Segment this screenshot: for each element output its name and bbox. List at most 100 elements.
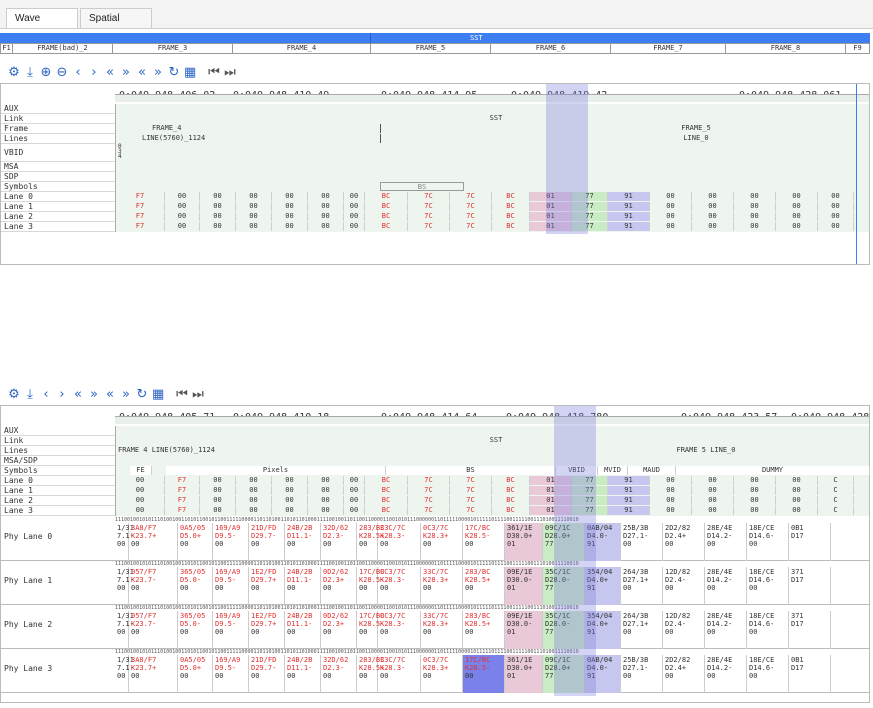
row-track[interactable] [115,172,869,182]
row-track[interactable]: FRAME 4 LINE(5760)_1124 FRAME 5 LINE_0 [115,446,869,456]
phy-symbol[interactable]: 12D/82 D2.4- 00 [663,611,705,649]
row-track[interactable]: F7 00 00 00 00 00 00 BC 7C 7C BC 01 77 91 00 00 00 00 00 [115,202,869,212]
fast-forward-icon[interactable]: » [120,66,132,80]
phy-symbol[interactable]: 057/F7 K23.7- 00 [129,567,178,605]
phy-symbol[interactable]: 1/31 7.1- 00 [115,655,134,693]
row-track[interactable]: SST [115,436,869,446]
phy-symbol[interactable]: 28E/4E D14.2- 00 [705,655,747,693]
phy-symbol[interactable]: 17C/BC K28.5- 00 [357,611,384,649]
download-icon[interactable]: ⤓ [24,388,36,402]
phy-symbol[interactable]: 32D/62 D2.3- 00 [321,655,357,693]
phy-symbol[interactable]: 2D2/82 D2.4+ 00 [663,523,705,561]
phy-symbol[interactable]: 283/BC K28.5+ 00 [357,523,384,561]
phy-symbol[interactable]: 0C3/7C K28.3- 00 [378,567,421,605]
frame-cell[interactable]: FRAME(bad)_2 [13,44,113,53]
row-track[interactable]: 034 [115,144,869,162]
phy-symbol[interactable]: 18E/CE D14.6- 00 [747,523,789,561]
skip-forward-icon[interactable]: » [120,388,132,402]
frame-cell[interactable]: FRAME_5 [371,44,491,53]
phy-symbol[interactable]: 28E/4E D14.2- 00 [705,611,747,649]
phy-symbol[interactable]: 0C3/7C K28.3+ 00 [421,523,463,561]
image-export-icon[interactable]: ▦ [152,388,164,402]
fast-forward-icon[interactable]: » [88,388,100,402]
phy-symbol[interactable]: 1/31 7.1- 00 [115,567,134,605]
phy-symbol[interactable]: 32D/62 D2.3- 00 [321,523,357,561]
phy-symbol[interactable]: 09E/1E D30.0- 01 [505,611,543,649]
phy-symbol[interactable]: 169/A9 D9.5- 00 [213,655,249,693]
row-track[interactable]: F7 00 00 00 00 00 00 BC 7C 7C BC 01 77 91 00 00 00 00 00 [115,212,869,222]
row-track[interactable]: SST [115,114,869,124]
phy-symbol[interactable]: 283/BC K28.5+ 00 [463,567,505,605]
fast-back-icon[interactable]: « [104,66,116,80]
phy-symbol[interactable]: 24B/2B D11.1- 00 [285,567,321,605]
phy-symbol[interactable]: 28E/4E D14.2- 00 [705,523,747,561]
row-track[interactable] [115,456,869,466]
phy-symbol[interactable]: 283/BC K28.5+ 00 [357,655,384,693]
skip-back-icon[interactable]: « [104,388,116,402]
phy-symbol[interactable]: 0A5/05 D5.0+ 00 [178,523,213,561]
fast-back-icon[interactable]: « [72,388,84,402]
row-track[interactable]: 00 F7 00 00 00 00 00 BC 7C 7C BC 01 77 91 00 00 00 00 C [115,476,869,486]
history-icon[interactable]: ↻ [168,66,180,80]
row-track[interactable]: F7 00 00 00 00 00 00 BC 7C 7C BC 01 77 91 00 00 00 00 00 [115,192,869,202]
row-track[interactable] [115,426,869,436]
row-track[interactable]: 00 F7 00 00 00 00 00 BC 7C 7C BC 01 77 91 00 00 00 00 C [115,486,869,496]
row-track[interactable] [115,162,869,172]
phy-symbol[interactable]: 28E/4E D14.2- 00 [705,567,747,605]
phy-symbol[interactable]: 371 D17 [789,611,831,649]
phy-symbol[interactable]: 1/31 7.1- 00 [115,611,134,649]
phy-symbol[interactable]: 24B/2B D11.1- 00 [285,655,321,693]
frame-cell[interactable]: FRAME_3 [113,44,233,53]
phy-symbol[interactable]: 169/A9 D9.5- 00 [213,611,249,649]
frame-cell[interactable]: F9 [846,44,869,53]
phy-symbol[interactable]: 18E/CE D14.6- 00 [747,611,789,649]
row-track[interactable]: 00 F7 00 00 00 00 00 BC 7C 7C BC 01 77 91 00 00 00 00 C [115,496,869,506]
row-track[interactable]: F7 00 00 00 00 00 00 BC 7C 7C BC 01 77 91 00 00 00 00 00 [115,222,869,232]
prev-icon[interactable]: ‹ [40,388,52,402]
phy-symbol[interactable]: 24B/2B D11.1- 00 [285,523,321,561]
row-track[interactable]: 00 F7 00 00 00 00 00 BC 7C 7C BC 01 77 91 00 00 00 00 C [115,506,869,516]
phy-symbol[interactable]: 3A8/F7 K23.7+ 00 [129,655,178,693]
phy-symbol[interactable]: 365/05 D5.0- 00 [178,611,213,649]
phy-symbol[interactable]: 33C/7C K28.3- 00 [378,523,421,561]
phy-symbol[interactable]: 0B1 D17 [789,655,831,693]
phy-symbol[interactable]: 18E/CE D14.6- 00 [747,655,789,693]
phy-symbol[interactable]: 21D/FD D29.7- 00 [249,523,285,561]
phy-symbol[interactable]: 371 D17 [789,567,831,605]
next-icon[interactable]: › [56,388,68,402]
next-icon[interactable]: › [88,66,100,80]
phy-symbol[interactable]: 17C/BC K28.5- 00 [463,655,505,693]
phy-symbol[interactable]: 169/A9 D9.5- 00 [213,567,249,605]
go-first-icon[interactable]: ⏮ [176,388,188,402]
gear-icon[interactable]: ⚙ [8,388,20,402]
phy-symbol[interactable]: 1E2/FD D29.7+ 00 [249,611,285,649]
frame-cell[interactable]: FRAME_8 [726,44,846,53]
gear-icon[interactable]: ⚙ [8,66,20,80]
go-first-icon[interactable]: ⏮ [208,66,220,80]
phy-symbol[interactable]: 33C/7C K28.3- 00 [378,655,421,693]
phy-symbol[interactable]: 3A8/F7 K23.7+ 00 [129,523,178,561]
history-icon[interactable]: ↻ [136,388,148,402]
tab-wave-forms[interactable]: Wave Forms [6,8,78,44]
phy-symbol[interactable]: 17C/BC K28.5- 00 [463,523,505,561]
row-track[interactable]: FRAME_4 FRAME_5 [115,124,869,134]
frame-cell[interactable]: F1 [1,44,13,53]
phy-symbol[interactable]: 2D2/82 D2.4+ 00 [663,655,705,693]
phy-symbol[interactable]: 09E/1E D30.0- 01 [505,567,543,605]
phy-symbol[interactable]: 057/F7 K23.7- 00 [129,611,178,649]
phy-symbol[interactable]: 33C/7C K28.3+ 00 [421,611,463,649]
frame-cell[interactable]: FRAME_6 [491,44,611,53]
phy-symbol[interactable]: 24B/2B D11.1- 00 [285,611,321,649]
phy-symbol[interactable]: 0A5/05 D5.0+ 00 [178,655,213,693]
phy-symbol[interactable]: 264/3B D27.1+ 00 [621,567,663,605]
phy-symbol[interactable]: 17C/BC K28.5- 00 [357,567,384,605]
image-export-icon[interactable]: ▦ [184,66,196,80]
skip-back-icon[interactable]: « [136,66,148,80]
phy-symbol[interactable]: 0D2/62 D2.3+ 00 [321,611,357,649]
phy-symbol[interactable]: 25B/3B D27.1- 00 [621,523,663,561]
frame-cell[interactable]: FRAME_4 [233,44,371,53]
phy-symbol[interactable]: 12D/82 D2.4- 00 [663,567,705,605]
phy-symbol[interactable]: 361/1E D30.0+ 01 [505,523,543,561]
row-track[interactable] [115,104,869,114]
row-track[interactable]: LINE(5760)_1124 LINE_0 [115,134,869,144]
